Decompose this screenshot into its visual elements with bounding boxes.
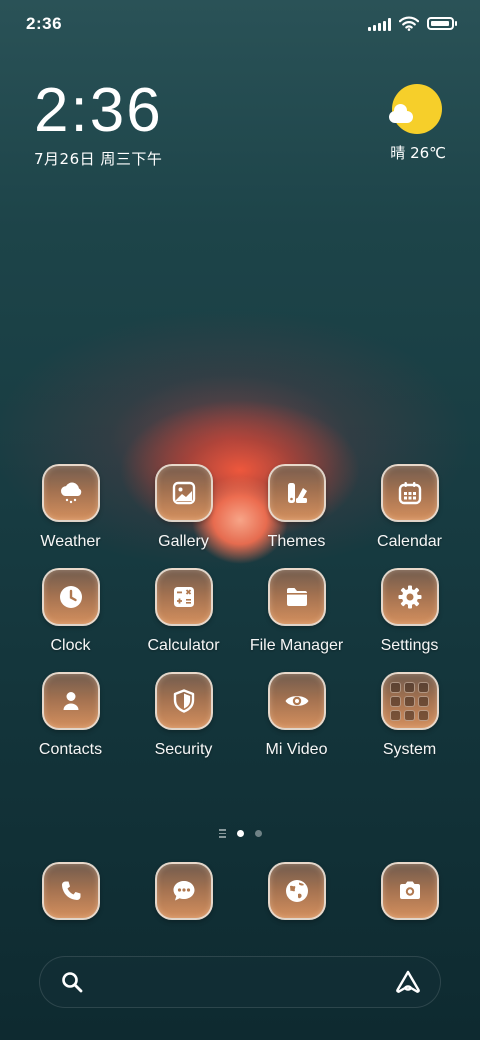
app-label: Weather	[40, 533, 101, 550]
status-bar: 2:36	[0, 0, 480, 50]
app-calculator[interactable]: Calculator	[127, 568, 240, 656]
themes-icon	[267, 464, 326, 522]
page-dot	[254, 829, 262, 837]
battery-icon	[427, 17, 457, 30]
person-icon	[41, 672, 100, 730]
clock-icon	[41, 568, 100, 626]
app-calendar[interactable]: Calendar	[353, 464, 466, 552]
widget-time: 2:36	[34, 76, 163, 145]
eye-icon	[267, 672, 326, 730]
app-file-manager[interactable]: File Manager	[240, 568, 353, 656]
app-settings[interactable]: Settings	[353, 568, 466, 656]
app-grid: Weather Gallery Themes Calendar Clock Ca…	[14, 464, 466, 760]
app-mi-video[interactable]: Mi Video	[240, 672, 353, 760]
app-security[interactable]: Security	[127, 672, 240, 760]
app-label: Calculator	[147, 637, 220, 654]
app-themes[interactable]: Themes	[240, 464, 353, 552]
search-bar[interactable]	[39, 956, 441, 1008]
signal-icon	[368, 17, 391, 31]
widget-date: 7月26日 周三下午	[34, 150, 163, 168]
app-label: Contacts	[38, 741, 103, 758]
app-label: System	[382, 741, 437, 758]
app-weather[interactable]: Weather	[14, 464, 127, 552]
gear-icon	[380, 568, 439, 626]
gallery-icon	[154, 464, 213, 522]
sun-cloud-icon	[389, 84, 444, 136]
calendar-icon	[380, 464, 439, 522]
dock-browser[interactable]	[240, 862, 353, 920]
battery-level	[431, 21, 449, 26]
wifi-icon	[399, 16, 419, 31]
app-label: Calendar	[377, 533, 442, 550]
camera-icon	[380, 862, 439, 920]
globe-icon	[267, 862, 326, 920]
folder-icon	[267, 568, 326, 626]
weather-icon	[41, 464, 100, 522]
status-icons	[368, 16, 457, 31]
weather-summary: 晴 26℃	[390, 144, 446, 162]
dock-phone[interactable]	[14, 862, 127, 920]
dock-messages[interactable]	[127, 862, 240, 920]
phone-icon	[41, 862, 100, 920]
app-label: Themes	[267, 533, 326, 550]
app-label: Mi Video	[265, 741, 328, 758]
folder-grid-icon	[380, 672, 439, 730]
shield-icon	[154, 672, 213, 730]
clock-widget[interactable]: 2:36 7月26日 周三下午	[34, 80, 163, 169]
app-contacts[interactable]: Contacts	[14, 672, 127, 760]
dock	[14, 862, 466, 920]
app-clock[interactable]: Clock	[14, 568, 127, 656]
search-icon[interactable]	[60, 970, 84, 994]
status-time: 2:36	[26, 14, 63, 33]
page-dot-active	[236, 829, 244, 837]
app-gallery[interactable]: Gallery	[127, 464, 240, 552]
app-label: Clock	[50, 637, 91, 654]
dock-camera[interactable]	[353, 862, 466, 920]
message-icon	[154, 862, 213, 920]
app-label: File Manager	[249, 637, 344, 654]
menu-lines-icon	[218, 829, 226, 838]
app-label: Security	[154, 741, 213, 758]
page-indicator[interactable]	[0, 829, 480, 838]
app-label: Gallery	[158, 533, 209, 550]
weather-widget[interactable]: 晴 26℃	[366, 84, 446, 163]
app-label: Settings	[380, 637, 439, 654]
assistant-icon[interactable]	[394, 969, 422, 995]
app-system-folder[interactable]: System	[353, 672, 466, 760]
calculator-icon	[154, 568, 213, 626]
